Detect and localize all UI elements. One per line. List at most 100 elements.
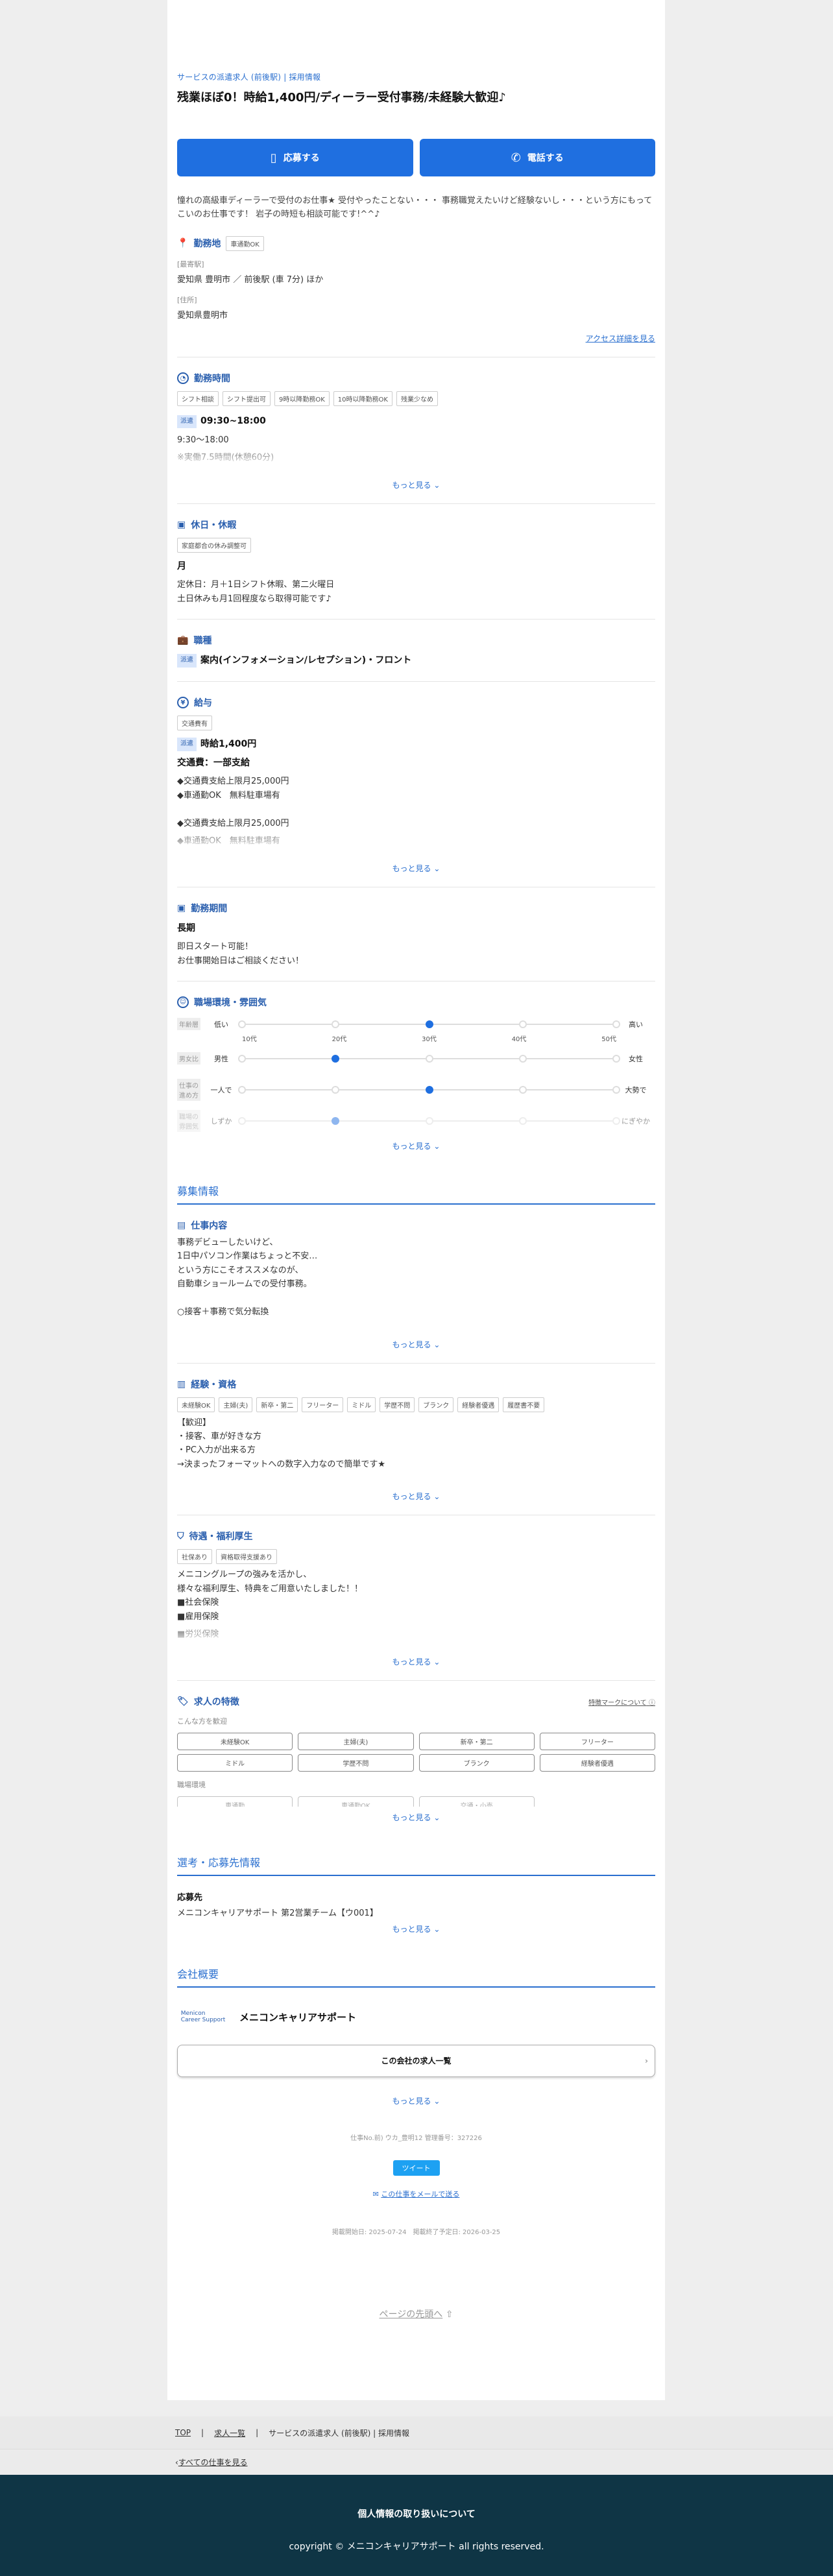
slider-right: 高い <box>629 1020 643 1029</box>
feature-cell: ブランク <box>418 1754 535 1772</box>
tag: 未経験OK <box>177 1397 215 1412</box>
company-bar: 会社概要 <box>177 1954 655 1988</box>
slider-key: 年齢層 <box>177 1018 200 1031</box>
slider-right: 女性 <box>629 1054 643 1063</box>
back-label: すべての仕事を見る <box>178 2458 248 2467</box>
section-heading: ◔ 勤務時間 <box>177 372 655 385</box>
slider-dot <box>612 1085 620 1094</box>
heading-label: 職場環境・雰囲気 <box>194 997 267 1008</box>
section-holiday: ▣ 休日・休暇 家庭都合の休み調整可 月 定休日：月＋1日シフト休暇、第二火曜日 … <box>177 504 655 620</box>
tweet-button[interactable]: ツイート <box>392 2160 440 2176</box>
more-label: もっと見る <box>392 864 431 873</box>
more-button[interactable]: もっと見る ⌄ <box>177 1656 655 1667</box>
mail-link[interactable]: この仕事をメールで送る <box>381 2190 459 2198</box>
slider-dot <box>425 1020 433 1028</box>
more-label: もっと見る <box>392 1492 431 1502</box>
station: 愛知県 豊明市 ／ 前後駅 (車 7分) ほか <box>177 274 324 285</box>
breadcrumb-list[interactable]: 求人一覧 <box>214 2427 245 2438</box>
section-welfare: ⛉ 待遇・福利厚生 社保あり 資格取得支援あり メニコングループの強みを活かし、 … <box>177 1515 655 1681</box>
calendar-check-icon: ▣ <box>177 903 186 913</box>
team-slider: 仕事の進め方 一人で 大勢で <box>177 1074 655 1105</box>
slider-left: 一人で <box>210 1085 232 1094</box>
posting-dates: 掲載開始日: 2025-07-24 掲載終了予定日: 2026-03-25 <box>332 2228 501 2236</box>
calendar-icon: ▣ <box>177 520 186 530</box>
more-button[interactable]: もっと見る ⌄ <box>177 863 655 874</box>
feature-label: 職場環境 <box>177 1781 206 1790</box>
heading-label: 仕事内容 <box>191 1220 228 1231</box>
heading-label: 勤務時間 <box>194 374 230 385</box>
privacy-link[interactable]: 個人情報の取り扱いについて <box>0 2507 833 2520</box>
more-button[interactable]: もっと見る ⌄ <box>177 2095 655 2106</box>
station-label: [最寄駅] <box>177 259 204 269</box>
slider-left: 男性 <box>214 1054 228 1063</box>
access-link[interactable]: アクセス詳細を見る <box>177 333 655 344</box>
contact-detail: メニコンキャリアサポート 第2営業チーム【ウ001】 <box>177 1908 378 1919</box>
tag: 主婦(夫) <box>219 1397 253 1412</box>
section-heading: ¥ 給与 <box>177 696 655 709</box>
more-button[interactable]: もっと見る ⌄ <box>177 1339 655 1350</box>
phone-button[interactable]: ✆ 電話する <box>419 139 655 176</box>
more-button[interactable]: もっと見る ⌄ <box>177 1491 655 1502</box>
separator: | <box>256 2428 259 2437</box>
yen-icon: ¥ <box>177 697 189 709</box>
breadcrumb-top[interactable]: TOP <box>175 2428 191 2437</box>
chevron-down-icon: ⌄ <box>433 864 441 873</box>
person-icon: ⛉ <box>177 1531 184 1542</box>
phone-apply-icon: ▯ <box>270 150 277 165</box>
salary-value: 時給1,400円 <box>200 739 257 750</box>
hours-faded: ※実働7.5時間(休憩60分) <box>177 451 655 468</box>
section-location: 📍 勤務地 車通勤OK [最寄駅] 愛知県 豊明市 ／ 前後駅 (車 7分) ほか … <box>177 222 655 358</box>
page-top-link[interactable]: ページの先頭へ ⇧ <box>177 2307 655 2320</box>
section-heading: ▥ 経験・資格 <box>177 1378 655 1391</box>
job-card: サービスの派遣求人 (前後駅) | 採用情報 残業ほぼ0！時給1,400円/ディ… <box>167 0 665 2400</box>
chevron-down-icon: ⌄ <box>433 1813 441 1823</box>
tag: 車通勤OK <box>226 235 264 251</box>
more-button[interactable]: もっと見る ⌄ <box>177 1140 655 1151</box>
more-button[interactable]: もっと見る ⌄ <box>177 1812 655 1823</box>
more-label: もっと見る <box>392 1657 431 1667</box>
feature-cell: ミドル <box>177 1754 293 1772</box>
section-heading: ▣ 休日・休暇 <box>177 518 655 531</box>
chevron-down-icon: ⌄ <box>433 1657 441 1667</box>
about-label: 特徴マークについて <box>588 1699 647 1707</box>
more-button[interactable]: もっと見る ⌄ <box>177 479 655 490</box>
mood-slider: 職場の雰囲気 しずか にぎやか <box>177 1105 655 1137</box>
chevron-down-icon: ⌄ <box>433 2096 441 2106</box>
tag: 交通費有 <box>177 716 212 731</box>
hours-detail: 9:30～18:00 <box>177 435 229 445</box>
tag: 社保あり <box>177 1549 212 1565</box>
tag: 10時以降勤務OK <box>333 391 392 407</box>
apply-button[interactable]: ▯ 応募する <box>177 139 413 176</box>
apply-label: 応募する <box>283 153 320 163</box>
section-heading: 💼 職種 <box>177 634 655 647</box>
hours-main: 派遣 09:30~18:00 <box>177 414 655 429</box>
page-top-label: ページの先頭へ <box>379 2309 443 2320</box>
heading-label: 待遇・福利厚生 <box>189 1532 253 1543</box>
heading-label: 休日・休暇 <box>191 520 237 531</box>
smile-icon: ☺ <box>177 996 189 1008</box>
tag: 資格取得支援あり <box>216 1549 277 1565</box>
action-buttons: ▯ 応募する ✆ 電話する <box>177 139 655 176</box>
feature-about-link[interactable]: 特徴マークについて ⓘ <box>588 1697 655 1707</box>
more-label: もっと見る <box>392 1340 431 1349</box>
slider-dot <box>238 1054 246 1063</box>
more-button[interactable]: もっと見る ⌄ <box>177 1923 655 1934</box>
chevron-down-icon: ⌄ <box>433 1340 441 1349</box>
feature-cell: 未経験OK <box>177 1733 293 1751</box>
back-link[interactable]: ‹ すべての仕事を見る <box>0 2449 833 2475</box>
feature-cell: 車通勤 <box>177 1796 293 1807</box>
more-label: もっと見る <box>392 1141 431 1151</box>
mail-icon: ✉ <box>372 2189 379 2198</box>
welfare-tags: 社保あり 資格取得支援あり <box>177 1549 655 1565</box>
section-hours: ◔ 勤務時間 シフト相談 シフト提出可 9時以降勤務OK 10時以降勤務OK 残業… <box>177 357 655 504</box>
map-pin-icon: 📍 <box>177 238 189 249</box>
qual-tags: 未経験OK 主婦(夫) 新卒・第二 フリーター ミドル 学歴不問 ブランク 経験… <box>177 1397 655 1412</box>
breadcrumb-current: サービスの派遣求人 (前後駅) | 採用情報 <box>269 2428 409 2438</box>
slider-track <box>238 1054 620 1063</box>
more-label: もっと見る <box>392 481 431 490</box>
tag: シフト提出可 <box>223 391 271 407</box>
chevron-down-icon: ⌄ <box>433 1141 441 1151</box>
slider-dot <box>518 1116 527 1125</box>
feature-cell: 主婦(夫) <box>298 1733 414 1751</box>
company-jobs-button[interactable]: この会社の求人一覧 › <box>177 2044 655 2077</box>
